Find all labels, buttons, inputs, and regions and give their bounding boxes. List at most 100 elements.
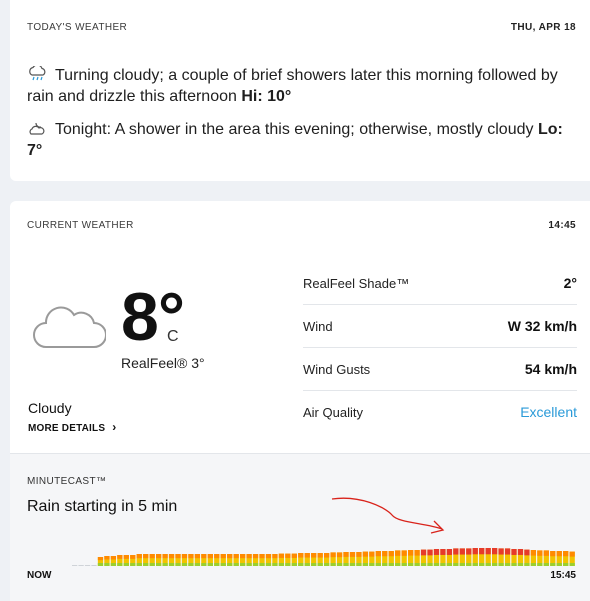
precip-bar [78,565,84,566]
stat-value: 54 km/h [524,361,577,377]
precip-bar [194,554,201,566]
precip-bar [498,548,504,566]
precip-bar [285,553,291,566]
annotation-arrow [331,497,445,534]
precip-bar [382,551,388,566]
rain-cloud-icon [27,64,49,82]
precip-bar [143,554,149,566]
precip-bar [181,554,188,566]
precip-bar [530,550,537,566]
precip-bar [492,548,498,566]
precip-bar [330,552,336,566]
todays-weather-title: TODAY'S WEATHER [27,22,128,33]
precip-bar [311,553,317,566]
precip-bar [117,555,123,566]
precip-bar [569,551,575,566]
precip-bar [317,553,323,566]
precip-bar [375,551,381,566]
current-weather-header: CURRENT WEATHER 14:45 [27,220,576,231]
precip-bar [240,554,246,566]
precip-bar [227,554,233,566]
precip-bar [466,548,472,566]
stat-row-realfeel-shade: RealFeel Shade™ 2° [303,262,577,305]
current-stats: RealFeel Shade™ 2° Wind W 32 km/h Wind G… [303,262,577,433]
precip-bar [356,552,362,566]
precip-bar [485,548,491,566]
precip-bar [324,553,330,566]
cloudy-icon [33,306,106,348]
precip-bar [72,565,78,566]
minutecast-end-label: 15:45 [550,570,576,581]
precip-bar [453,548,459,566]
precip-bar [201,554,207,566]
precip-bar [420,549,427,566]
stat-label: Wind Gusts [303,361,371,377]
precip-bar [246,554,252,566]
precip-bar [214,554,220,566]
stat-row-wind: Wind W 32 km/h [303,305,577,348]
night-forecast-text: Tonight: A shower in the area this eveni… [55,121,534,138]
chevron-right-icon: › [112,420,117,434]
stat-value: 2° [563,275,577,291]
precip-bar [401,550,407,566]
precip-bar [272,554,278,566]
precip-bar [563,551,569,566]
temp-unit: C [167,328,179,345]
minutecast-title: MINUTECAST™ [27,476,107,487]
precip-bar [349,552,356,566]
minutecast-precip-bars [72,548,575,566]
precip-bar [175,554,181,566]
current-weather-card[interactable]: CURRENT WEATHER 14:45 8° C RealFeel® 3° … [10,201,590,601]
moon-cloud-icon [27,120,49,136]
precip-bar [517,549,524,566]
precip-bar [543,550,549,566]
precip-bar [207,554,213,566]
precip-bar [395,550,401,566]
precip-bar [433,549,440,566]
stat-row-wind-gusts: Wind Gusts 54 km/h [303,348,577,391]
todays-weather-date: THU, APR 18 [510,22,576,33]
precip-bar [408,550,414,566]
precip-bar [369,551,375,566]
precip-bar [156,554,162,566]
current-weather-time: 14:45 [548,220,576,231]
precip-bar [136,554,142,566]
day-forecast-text: Turning cloudy; a couple of brief shower… [27,67,558,105]
more-details-label: MORE DETAILS [28,423,106,434]
precip-bar [130,555,136,566]
precip-bar [524,549,530,566]
precip-bar [446,549,453,566]
precip-bar [278,553,285,566]
precip-bar [104,556,110,566]
precip-bar [123,555,129,566]
precip-bar [414,550,420,566]
stat-value: W 32 km/h [507,318,577,334]
precip-bar [162,554,168,566]
hi-temp: Hi: 10° [241,88,292,105]
minutecast-message: Rain starting in 5 min [27,498,178,515]
precip-bar [504,548,511,566]
precip-bar [511,549,517,566]
condition-label: Cloudy [28,400,72,416]
precip-bar [336,552,343,566]
precip-bar [84,565,91,566]
precip-bar [556,551,562,566]
precip-bar [233,554,239,566]
more-details-link[interactable]: MORE DETAILS › [28,420,116,434]
todays-weather-card: TODAY'S WEATHER THU, APR 18 Turning clou… [10,0,590,181]
night-forecast: Tonight: A shower in the area this eveni… [27,119,580,161]
precip-bar [427,549,433,566]
todays-weather-header: TODAY'S WEATHER THU, APR 18 [27,22,576,33]
air-quality-link[interactable]: Excellent [520,404,577,420]
precip-bar [220,554,226,566]
precip-bar [265,554,272,566]
stat-row-air-quality[interactable]: Air Quality Excellent [303,391,577,433]
precip-bar [259,554,265,566]
precip-bar [91,565,97,566]
minutecast-section[interactable]: MINUTECAST™ Rain starting in 5 min NOW 1… [10,453,590,601]
precip-bar [97,557,104,566]
stat-label: Air Quality [303,404,363,420]
precip-bar [537,550,543,566]
precip-bar [110,556,117,566]
precip-bar [362,551,369,566]
